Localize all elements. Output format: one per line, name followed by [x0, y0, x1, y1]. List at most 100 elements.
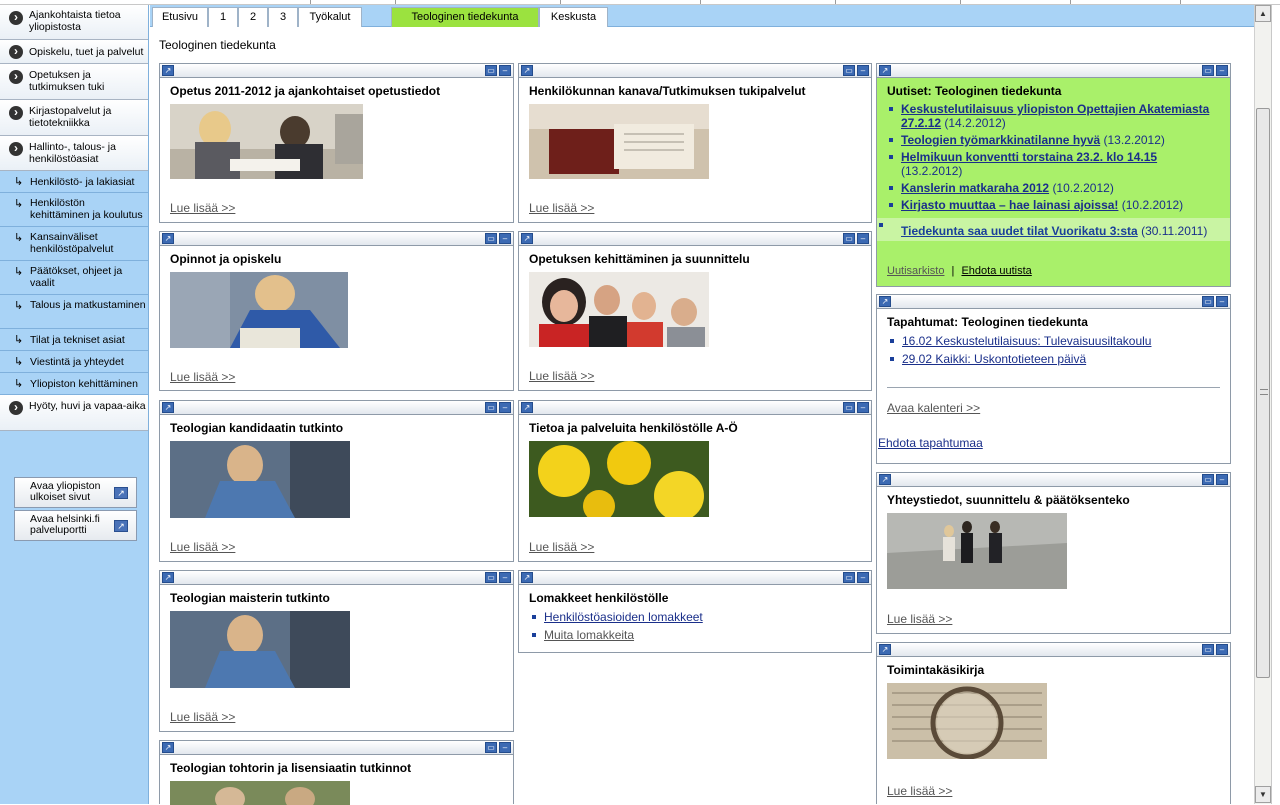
- sidebar-item-yliopiston-kehittaminen[interactable]: ↳ Yliopiston kehittäminen: [0, 373, 148, 395]
- read-more-link[interactable]: Lue lisää >>: [887, 612, 952, 626]
- restore-icon[interactable]: ▭: [1202, 65, 1214, 76]
- restore-icon[interactable]: ▭: [485, 572, 497, 583]
- minimize-icon[interactable]: –: [1216, 296, 1228, 307]
- tab-keskusta[interactable]: Keskusta: [539, 7, 608, 27]
- open-calendar-link[interactable]: Avaa kalenteri >>: [887, 401, 980, 415]
- restore-icon[interactable]: ▭: [485, 742, 497, 753]
- news-list: Keskustelutilaisuus yliopiston Opettajie…: [877, 102, 1230, 244]
- sidebar-item-paatokset[interactable]: ↳ Päätökset, ohjeet ja vaalit: [0, 261, 148, 295]
- minimize-icon[interactable]: –: [1216, 65, 1228, 76]
- portlet-tapahtumat: ↗ ▭ – Tapahtumat: Teologinen tiedekunta …: [876, 294, 1231, 464]
- tab-tyokalut[interactable]: Työkalut: [298, 7, 362, 27]
- restore-icon[interactable]: ▭: [1202, 474, 1214, 485]
- tab-3[interactable]: 3: [268, 7, 298, 27]
- scroll-down-icon[interactable]: ▼: [1255, 786, 1271, 803]
- minimize-icon[interactable]: –: [499, 65, 511, 76]
- open-external-pages-button[interactable]: Avaa yliopiston ulkoiset sivut ↗: [14, 477, 137, 508]
- scrollbar-thumb[interactable]: [1256, 108, 1270, 678]
- restore-icon[interactable]: ▭: [843, 65, 855, 76]
- sidebar-item-talous[interactable]: ↳ Talous ja matkustaminen: [0, 295, 148, 329]
- sidebar-item-hallinto[interactable]: Hallinto-, talous- ja henkilöstöasiat: [0, 136, 148, 171]
- sidebar-item-ajankohtaista[interactable]: Ajankohtaista tietoa yliopistosta: [0, 5, 148, 40]
- read-more-link[interactable]: Lue lisää >>: [170, 370, 235, 384]
- arrow-up-right-icon[interactable]: ↗: [162, 572, 174, 583]
- restore-icon[interactable]: ▭: [485, 402, 497, 413]
- minimize-icon[interactable]: –: [857, 65, 869, 76]
- news-item[interactable]: Keskustelutilaisuus yliopiston Opettajie…: [887, 102, 1220, 130]
- read-more-link[interactable]: Lue lisää >>: [170, 540, 235, 554]
- read-more-link[interactable]: Lue lisää >>: [170, 201, 235, 215]
- news-link[interactable]: Helmikuun konventti torstaina 23.2. klo …: [901, 150, 1157, 164]
- sidebar-item-opetuksen-tuki[interactable]: Opetuksen ja tutkimuksen tuki: [0, 64, 148, 100]
- read-more-link[interactable]: Lue lisää >>: [887, 784, 952, 798]
- suggest-news-link[interactable]: Ehdota uutista: [961, 265, 1031, 277]
- restore-icon[interactable]: ▭: [1202, 296, 1214, 307]
- arrow-up-right-icon[interactable]: ↗: [521, 233, 533, 244]
- minimize-icon[interactable]: –: [857, 572, 869, 583]
- tab-etusivu[interactable]: Etusivu: [152, 7, 208, 27]
- arrow-up-right-icon[interactable]: ↗: [521, 572, 533, 583]
- restore-icon[interactable]: ▭: [843, 402, 855, 413]
- sidebar-item-kansainvaliset[interactable]: ↳ Kansainväliset henkilöstöpalvelut: [0, 227, 148, 261]
- tab-teologinen-tiedekunta[interactable]: Teologinen tiedekunta: [391, 7, 539, 27]
- event-link[interactable]: 29.02 Kaikki: Uskontotieteen päivä: [902, 352, 1086, 366]
- sidebar-item-henkilosto[interactable]: ↳ Henkilöstö- ja lakiasiat: [0, 171, 148, 193]
- arrow-up-right-icon[interactable]: ↗: [879, 474, 891, 485]
- news-link[interactable]: Tiedekunta saa uudet tilat Vuorikatu 3:s…: [901, 224, 1138, 238]
- read-more-link[interactable]: Lue lisää >>: [170, 710, 235, 724]
- arrow-up-right-icon[interactable]: ↗: [162, 233, 174, 244]
- news-item[interactable]: Kirjasto muuttaa – hae lainasi ajoissa! …: [887, 198, 1220, 212]
- forms-link-muita[interactable]: Muita lomakkeita: [544, 628, 634, 642]
- restore-icon[interactable]: ▭: [485, 233, 497, 244]
- portlet-header: ↗ ▭ –: [519, 401, 871, 415]
- minimize-icon[interactable]: –: [857, 402, 869, 413]
- arrow-up-right-icon[interactable]: ↗: [162, 402, 174, 413]
- news-item[interactable]: Kanslerin matkaraha 2012 (10.2.2012): [887, 181, 1220, 195]
- event-link[interactable]: 16.02 Keskustelutilaisuus: Tulevaisuusil…: [902, 334, 1151, 348]
- read-more-link[interactable]: Lue lisää >>: [529, 369, 594, 383]
- minimize-icon[interactable]: –: [499, 402, 511, 413]
- tab-1[interactable]: 1: [208, 7, 238, 27]
- minimize-icon[interactable]: –: [499, 572, 511, 583]
- news-item[interactable]: Helmikuun konventti torstaina 23.2. klo …: [887, 150, 1220, 178]
- read-more-link[interactable]: Lue lisää >>: [529, 201, 594, 215]
- tab-2[interactable]: 2: [238, 7, 268, 27]
- suggest-event-link[interactable]: Ehdota tapahtumaa: [878, 436, 983, 450]
- portlet-title: Opetus 2011-2012 ja ajankohtaiset opetus…: [170, 84, 441, 98]
- sidebar-item-label: Opetuksen ja tutkimuksen tuki: [29, 69, 105, 93]
- news-link[interactable]: Kirjasto muuttaa – hae lainasi ajoissa!: [901, 198, 1118, 212]
- arrow-up-right-icon[interactable]: ↗: [879, 296, 891, 307]
- news-archive-link[interactable]: Uutisarkisto: [887, 265, 944, 277]
- news-item-archived[interactable]: Tiedekunta saa uudet tilat Vuorikatu 3:s…: [877, 218, 1230, 241]
- read-more-link[interactable]: Lue lisää >>: [529, 540, 594, 554]
- arrow-up-right-icon[interactable]: ↗: [521, 402, 533, 413]
- restore-icon[interactable]: ▭: [1202, 644, 1214, 655]
- arrow-up-right-icon[interactable]: ↗: [879, 644, 891, 655]
- news-item[interactable]: Teologien työmarkkinatilanne hyvä (13.2.…: [887, 133, 1220, 147]
- minimize-icon[interactable]: –: [857, 233, 869, 244]
- arrow-up-right-icon[interactable]: ↗: [879, 65, 891, 76]
- sidebar-item-hyoty[interactable]: Hyöty, huvi ja vapaa-aika: [0, 395, 148, 431]
- minimize-icon[interactable]: –: [499, 233, 511, 244]
- sidebar-item-tilat[interactable]: ↳ Tilat ja tekniset asiat: [0, 329, 148, 351]
- restore-icon[interactable]: ▭: [485, 65, 497, 76]
- sidebar-item-kehittaminen[interactable]: ↳ Henkilöstön kehittäminen ja koulutus: [0, 193, 148, 227]
- arrow-up-right-icon[interactable]: ↗: [521, 65, 533, 76]
- sidebar-item-kirjastopalvelut[interactable]: Kirjastopalvelut ja tietotekniikka: [0, 100, 148, 136]
- minimize-icon[interactable]: –: [1216, 474, 1228, 485]
- open-service-portal-button[interactable]: Avaa helsinki.fi palveluportti ↗: [14, 510, 137, 541]
- scroll-up-icon[interactable]: ▲: [1255, 5, 1271, 22]
- sidebar-item-viestinta[interactable]: ↳ Viestintä ja yhteydet: [0, 351, 148, 373]
- vertical-scrollbar[interactable]: ▲ ▼: [1254, 5, 1271, 804]
- restore-icon[interactable]: ▭: [843, 572, 855, 583]
- minimize-icon[interactable]: –: [499, 742, 511, 753]
- sidebar-item-label: Kirjastopalvelut ja tietotekniikka: [29, 105, 112, 129]
- news-link[interactable]: Kanslerin matkaraha 2012: [901, 181, 1049, 195]
- news-link[interactable]: Teologien työmarkkinatilanne hyvä: [901, 133, 1100, 147]
- minimize-icon[interactable]: –: [1216, 644, 1228, 655]
- arrow-up-right-icon[interactable]: ↗: [162, 742, 174, 753]
- forms-link-henkilostoasiat[interactable]: Henkilöstöasioiden lomakkeet: [544, 610, 703, 624]
- arrow-up-right-icon[interactable]: ↗: [162, 65, 174, 76]
- restore-icon[interactable]: ▭: [843, 233, 855, 244]
- sidebar-item-opiskelu[interactable]: Opiskelu, tuet ja palvelut: [0, 40, 148, 64]
